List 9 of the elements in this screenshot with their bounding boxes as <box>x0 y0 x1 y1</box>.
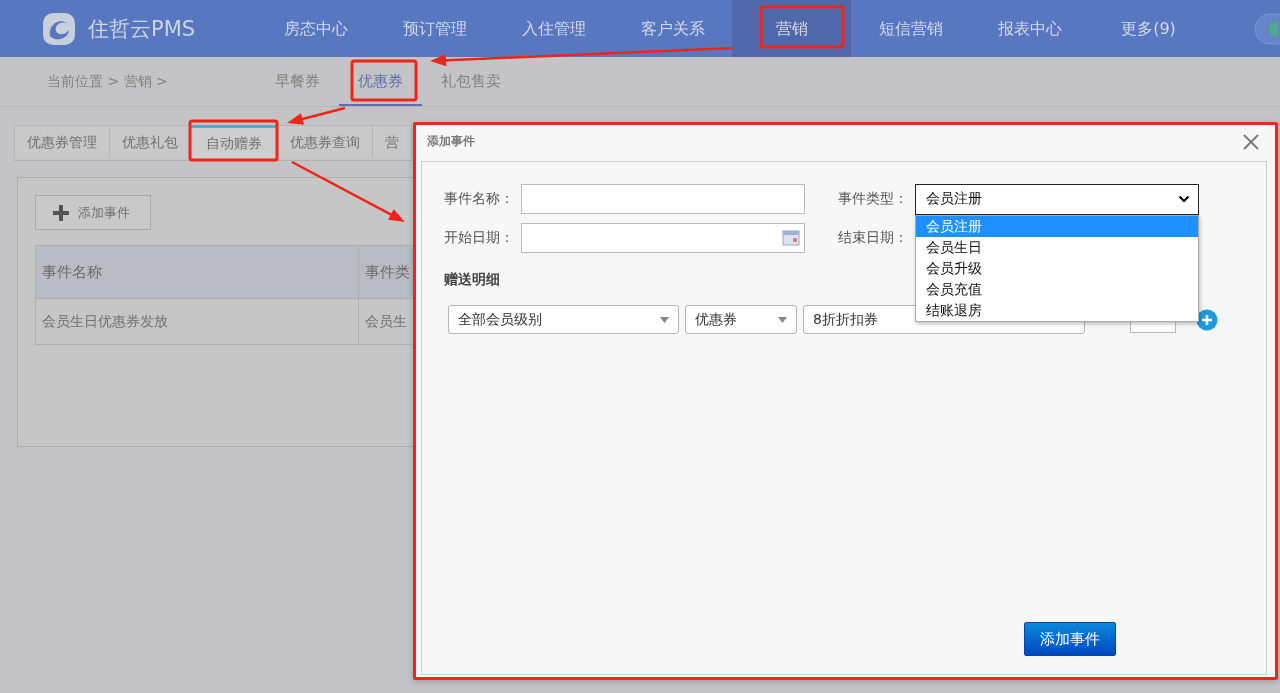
logo-text: 住哲云PMS <box>88 15 196 43</box>
table-cell: 会员生日优惠券发放 <box>35 298 359 345</box>
field-label: 结束日期： <box>838 229 909 247</box>
field-label: 事件类型： <box>838 190 909 208</box>
field-label: 开始日期： <box>444 229 515 247</box>
dialog-title: 添加事件 <box>427 133 475 150</box>
column-header: 事件名称 <box>35 245 359 299</box>
field-label: 事件名称： <box>444 190 515 208</box>
breadcrumb: 当前位置 > 营销 > <box>46 72 169 91</box>
